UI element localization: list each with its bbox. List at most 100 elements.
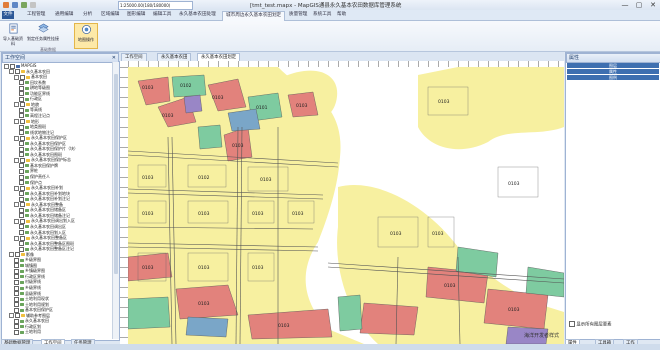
tree-layer-item[interactable]: 乡级界图 (14, 257, 41, 263)
close-icon[interactable]: ✕ (112, 54, 116, 62)
tab-quality[interactable]: 质量管理 (286, 11, 310, 19)
property-bar-legend[interactable]: 图例 (567, 75, 659, 80)
tree-item-label: 界桩 (30, 168, 38, 174)
tree-folder-item[interactable]: 永久基本农田保护区 (14, 135, 67, 141)
tree-item-label: 永久基本农田 (26, 68, 50, 74)
parcel-label: 0103 (390, 231, 402, 237)
tree-item-label: 影像 (26, 251, 34, 257)
tab-graphic-edit[interactable]: 图形编辑 (124, 11, 148, 19)
tree-layer-item[interactable]: 永久基本农田储备区 (19, 207, 66, 213)
property-bar-layer[interactable]: 图层 (567, 63, 659, 68)
tree-layer-item[interactable]: 永久基本农田 (14, 318, 49, 324)
tab-file[interactable]: 文件 (2, 11, 14, 19)
tree-layer-item[interactable]: 乡级界线 (14, 285, 41, 291)
tree-layer-item[interactable]: 村级界线 (14, 279, 41, 285)
tree-layer-item[interactable]: 永久基本农田补划注记 (19, 196, 70, 202)
layer-icon (20, 330, 24, 334)
close-button[interactable]: ✕ (646, 0, 660, 10)
tree-folder-item[interactable]: 地形 (14, 119, 39, 124)
tree-item-label: 永久基本农田整备区注记 (30, 246, 74, 252)
map-view[interactable]: 0103 0103 0103 0102 0103 0101 0103 0102 … (120, 61, 564, 344)
map-operate-button[interactable]: 地图操作 (74, 23, 98, 49)
task-attribute-link-label: 划定任务属性挂接 (27, 36, 59, 41)
layer-icon (20, 280, 24, 284)
maximize-button[interactable]: ▢ (632, 0, 646, 10)
tab-general-edit[interactable]: 通用编辑 (52, 11, 76, 19)
tab-area-edit[interactable]: 区域编辑 (98, 11, 122, 19)
tab-edit-tools[interactable]: 编辑工具 (150, 11, 174, 19)
layer-icon (20, 303, 24, 307)
import-base-data-button[interactable]: 导入基础资料 (2, 23, 24, 47)
map-footer-label: 海洋开发者样式 (524, 333, 560, 339)
scrollbar-thumb[interactable] (114, 74, 118, 274)
tree-folder-item[interactable]: 永久基本农田整备区 (14, 235, 67, 241)
tree-layer-item[interactable]: 保护点 (19, 180, 42, 186)
tree-layer-item[interactable]: 田坎系数 (19, 80, 46, 86)
parcel-label: 0103 (142, 265, 154, 271)
tree-item-label: 永久基本农田保护区 (30, 140, 66, 146)
tree-layer-item[interactable]: 地类图斑 (19, 124, 46, 130)
map-canvas[interactable]: 0103 0103 0103 0102 0103 0101 0103 0102 … (128, 67, 564, 344)
tree-layer-item[interactable]: 界桩 (19, 168, 38, 174)
scale-combobox[interactable]: 1:25000.00(180/180000) (118, 1, 193, 10)
task-attribute-link-button[interactable]: 划定任务属性挂接 (26, 23, 60, 47)
tab-help[interactable]: 帮助 (334, 11, 349, 19)
tree-layer-item[interactable]: 基本农田保护区 (14, 307, 53, 313)
redo-icon[interactable] (30, 2, 36, 8)
tree-folder-item[interactable]: 永久基本农田保护标志 (14, 157, 71, 163)
tree-layer-item[interactable]: 保护责任人 (19, 174, 50, 180)
tree-folder-item[interactable]: 永久基本农田整备 (14, 201, 63, 208)
tree-layer-item[interactable]: 土地利用规划 (14, 302, 49, 308)
tree-folder-item[interactable]: 永久基本农田 (9, 68, 50, 75)
tab-project[interactable]: 工程管理 (24, 11, 48, 19)
minimize-button[interactable]: — (618, 0, 632, 10)
tree-folder-item[interactable]: MAPGIS (4, 63, 36, 69)
tree-layer-item[interactable]: 永久基本农田整备区注记 (19, 246, 74, 252)
checkbox-icon[interactable] (569, 321, 575, 327)
layer-icon (25, 153, 29, 157)
tree-item-label: 永久基本农田整备 (31, 201, 63, 207)
tree-folder-item[interactable]: 永久基本农田调出划入区 (14, 218, 75, 224)
tab-farmland-process[interactable]: 永久基本农田处理 (176, 11, 219, 19)
tree-item-label: 永久基本农田 (25, 318, 49, 324)
tree-layer-item[interactable]: 耕地等级图 (19, 85, 50, 91)
tree-layer-item[interactable]: 等高线 (19, 107, 42, 113)
tree-layer-item[interactable]: 土地利用现状 (14, 296, 49, 302)
tree-layer-item[interactable]: 功能区界线 (19, 91, 50, 97)
tree-layer-item[interactable]: 基本农田保护牌 (19, 163, 58, 169)
tree-layer-item[interactable]: 行政区 (19, 96, 42, 102)
tree-layer-item[interactable]: 线状地物注记 (19, 130, 54, 136)
property-bar-attribute[interactable]: 属性 (567, 69, 659, 74)
tree-folder-item[interactable]: 辅助参考图层 (9, 313, 50, 319)
tree-folder-item[interactable]: 影像 (9, 251, 34, 258)
tree-scrollbar[interactable] (112, 62, 119, 339)
tree-layer-item[interactable]: 永久基本农田划入区 (19, 230, 66, 235)
tree-layer-item[interactable]: 高程注记点 (19, 113, 50, 119)
undo-icon[interactable] (21, 2, 27, 8)
tab-system-tools[interactable]: 系统工具 (310, 11, 334, 19)
parcel-label: 0103 (508, 181, 520, 187)
tree-folder-item[interactable]: 基本农田 (14, 74, 47, 80)
show-all-layers-row[interactable]: 显示所有图层要素 (569, 321, 612, 328)
folder-icon (26, 186, 30, 190)
tree-layer-item[interactable]: 土地利用 (14, 329, 41, 335)
map-operate-icon (81, 25, 91, 34)
layer-icon (25, 114, 29, 118)
tree-layer-item[interactable]: 永久基本农田调出区 (19, 224, 66, 230)
tab-city-farmland[interactable]: 城市周边永久基本农田划定 (222, 11, 286, 21)
tree-layer-item[interactable]: 永久基本农田整备区图斑 (19, 241, 74, 247)
tab-analysis[interactable]: 分析 (80, 11, 95, 19)
tree-layer-item[interactable]: 乡镇级界图 (14, 268, 45, 274)
tree-layer-item[interactable]: 县级界线 (14, 291, 41, 297)
tree-item-label: 保护责任人 (30, 174, 50, 179)
visibility-checkbox[interactable] (14, 329, 19, 335)
folder-icon (21, 70, 25, 74)
save-icon[interactable] (12, 2, 18, 8)
tree-folder-item[interactable]: 永久基本农田补划 (14, 185, 63, 191)
tree-layer-item[interactable]: 永久基本农田补划地块 (19, 191, 70, 197)
parcel-label: 0103 (252, 211, 264, 217)
tree-item-label: 永久基本农田划入区 (30, 229, 66, 235)
tree-layer-item[interactable]: 永久基本农田保护片（块） (19, 146, 78, 152)
parcel-label: 0103 (508, 307, 520, 313)
tree-layer-item[interactable]: 永久基本农田保护区 (19, 140, 66, 147)
